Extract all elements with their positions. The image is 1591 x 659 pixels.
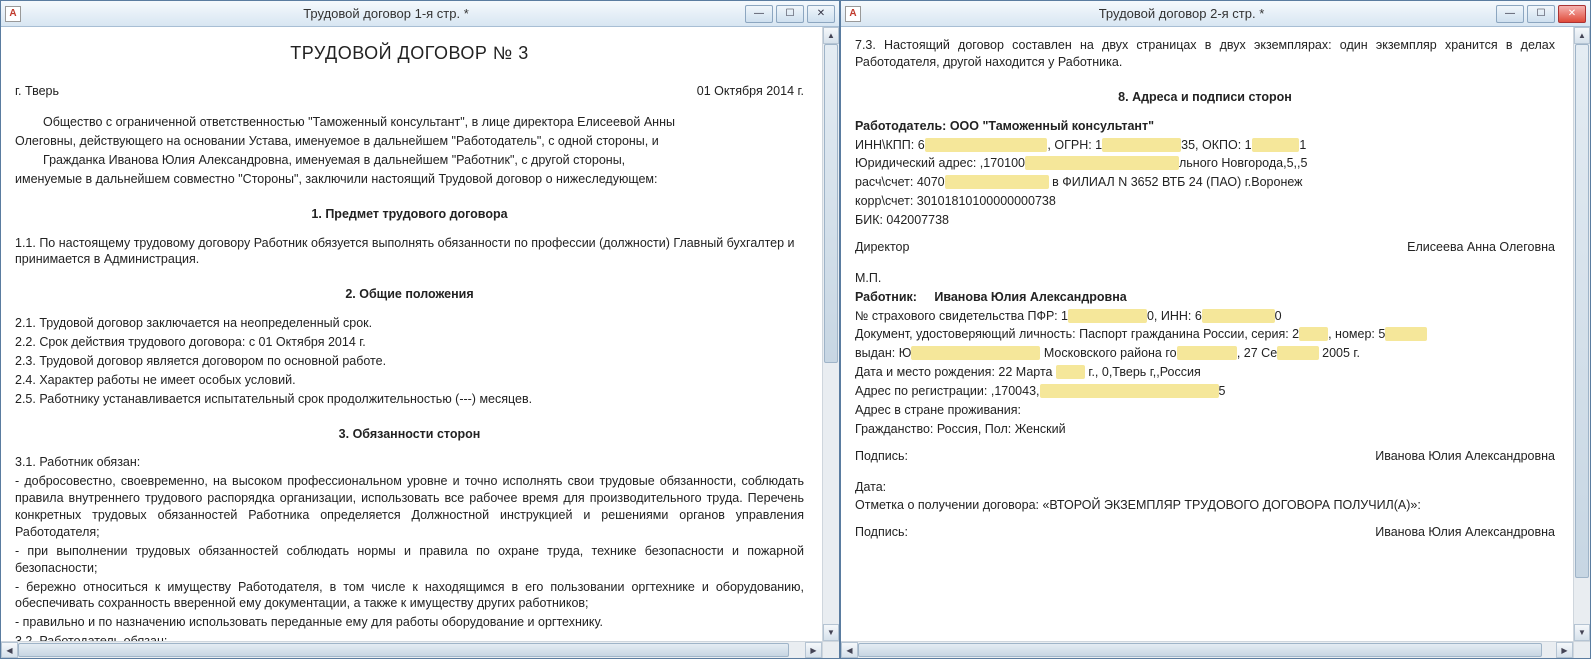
clause: 2.2. Срок действия трудового договора: с…: [15, 334, 804, 351]
window-page2: А Трудовой договор 2-я стр. * — ☐ ✕ 7.3.…: [840, 0, 1591, 659]
window-title: Трудовой договор 2-я стр. *: [867, 6, 1496, 21]
document-viewport-page2: 7.3. Настоящий договор составлен на двух…: [841, 27, 1590, 641]
employer-address-line: Юридический адрес: ,170100xxxxxxxxxxxxxx…: [855, 155, 1555, 172]
signature-name: Иванова Юлия Александровна: [1375, 448, 1555, 465]
worker-citizen-line: Гражданство: Россия, Пол: Женский: [855, 421, 1555, 438]
intro-line: Олеговны, действующего на основании Уста…: [15, 133, 804, 150]
document-body-page1: ТРУДОВОЙ ДОГОВОР № 3 г. Тверь 01 Октября…: [1, 27, 822, 641]
scroll-track[interactable]: [1574, 44, 1590, 624]
worker-birth-line: Дата и место рождения: 22 Марта xxxx г.,…: [855, 364, 1555, 381]
worker-live-line: Адрес в стране проживания:: [855, 402, 1555, 419]
section-heading-8: 8. Адреса и подписи сторон: [855, 89, 1555, 106]
mp-label: М.П.: [855, 270, 1555, 287]
clause: 3.1. Работник обязан:: [15, 454, 804, 471]
window-controls: — ☐ ✕: [745, 5, 835, 23]
employer-heading: Работодатель: ООО "Таможенный консультан…: [855, 118, 1555, 135]
employer-inn-line: ИНН\КПП: 6xxxxxxxxxxxxxxxxxxx, ОГРН: 1xx…: [855, 137, 1555, 154]
minimize-button[interactable]: —: [1496, 5, 1524, 23]
document-viewport-page1: ТРУДОВОЙ ДОГОВОР № 3 г. Тверь 01 Октября…: [1, 27, 839, 641]
minimize-button[interactable]: —: [745, 5, 773, 23]
close-button[interactable]: ✕: [1558, 5, 1586, 23]
maximize-button[interactable]: ☐: [776, 5, 804, 23]
scroll-thumb-h[interactable]: [858, 643, 1542, 657]
scroll-track-h[interactable]: [18, 642, 805, 658]
bullet: - при выполнении трудовых обязанностей с…: [15, 543, 804, 577]
scroll-corner: [1573, 642, 1590, 658]
clause: 2.1. Трудовой договор заключается на нео…: [15, 315, 804, 332]
section-heading-3: 3. Обязанности сторон: [15, 426, 804, 443]
clause: 2.5. Работнику устанавливается испытател…: [15, 391, 804, 408]
scroll-thumb[interactable]: [824, 44, 838, 363]
doc-date: 01 Октября 2014 г.: [697, 83, 804, 100]
signature2-name: Иванова Юлия Александровна: [1375, 524, 1555, 541]
scroll-up-arrow[interactable]: ▲: [823, 27, 839, 44]
clause: 1.1. По настоящему трудовому договору Ра…: [15, 235, 804, 269]
date-label: Дата:: [855, 479, 1555, 496]
scroll-right-arrow[interactable]: ▶: [805, 642, 822, 658]
clause: 3.2. Работодатель обязан:: [15, 633, 804, 641]
intro-line: именуемые в дальнейшем совместно "Сторон…: [15, 171, 804, 188]
receipt-line: Отметка о получении договора: «ВТОРОЙ ЭК…: [855, 497, 1555, 514]
scroll-track-h[interactable]: [858, 642, 1556, 658]
clause-7-3: 7.3. Настоящий договор составлен на двух…: [855, 37, 1555, 71]
worker-passport-line: Документ, удостоверяющий личность: Паспо…: [855, 326, 1555, 343]
vertical-scrollbar[interactable]: ▲ ▼: [1573, 27, 1590, 641]
clause: 2.3. Трудовой договор является договором…: [15, 353, 804, 370]
scroll-corner: [822, 642, 839, 658]
worker-issued-line: выдан: Юxxxxxxxxxxxxxxxxxxxx Московского…: [855, 345, 1555, 362]
clause: 2.4. Характер работы не имеет особых усл…: [15, 372, 804, 389]
worker-pfr-line: № страхового свидетельства ПФР: 1xxxxxxx…: [855, 308, 1555, 325]
close-button[interactable]: ✕: [807, 5, 835, 23]
intro-line: Гражданка Иванова Юлия Александровна, им…: [15, 152, 804, 169]
worker-reg-line: Адрес по регистрации: ,170043,xxxxxxxxxx…: [855, 383, 1555, 400]
employer-ks-line: корр\счет: 30101810100000000738: [855, 193, 1555, 210]
scroll-down-arrow[interactable]: ▼: [823, 624, 839, 641]
horizontal-scrollbar[interactable]: ◀ ▶: [841, 641, 1590, 658]
signature2-label: Подпись:: [855, 524, 908, 541]
section-heading-2: 2. Общие положения: [15, 286, 804, 303]
app-icon: А: [845, 6, 861, 22]
worker-heading: Работник: Иванова Юлия Александровна: [855, 289, 1555, 306]
titlebar-page1[interactable]: А Трудовой договор 1-я стр. * — ☐ ✕: [1, 1, 839, 27]
vertical-scrollbar[interactable]: ▲ ▼: [822, 27, 839, 641]
window-title: Трудовой договор 1-я стр. *: [27, 6, 745, 21]
maximize-button[interactable]: ☐: [1527, 5, 1555, 23]
signature-label: Подпись:: [855, 448, 908, 465]
window-controls: — ☐ ✕: [1496, 5, 1586, 23]
scroll-right-arrow[interactable]: ▶: [1556, 642, 1573, 658]
employer-bik-line: БИК: 042007738: [855, 212, 1555, 229]
scroll-thumb-h[interactable]: [18, 643, 789, 657]
scroll-down-arrow[interactable]: ▼: [1574, 624, 1590, 641]
bullet: - добросовестно, своевременно, на высоко…: [15, 473, 804, 541]
director-name: Елисеева Анна Олеговна: [1407, 239, 1555, 256]
director-label: Директор: [855, 239, 909, 256]
scroll-up-arrow[interactable]: ▲: [1574, 27, 1590, 44]
scroll-left-arrow[interactable]: ◀: [841, 642, 858, 658]
bullet: - бережно относиться к имуществу Работод…: [15, 579, 804, 613]
intro-line: Общество с ограниченной ответственностью…: [15, 114, 804, 131]
window-page1: А Трудовой договор 1-я стр. * — ☐ ✕ ТРУД…: [0, 0, 840, 659]
scroll-left-arrow[interactable]: ◀: [1, 642, 18, 658]
section-heading-1: 1. Предмет трудового договора: [15, 206, 804, 223]
scroll-thumb[interactable]: [1575, 44, 1589, 578]
titlebar-page2[interactable]: А Трудовой договор 2-я стр. * — ☐ ✕: [841, 1, 1590, 27]
employer-rs-line: расч\счет: 4070xxxxxxxxxxxxxxxx в ФИЛИАЛ…: [855, 174, 1555, 191]
doc-title: ТРУДОВОЙ ДОГОВОР № 3: [15, 41, 804, 65]
app-icon: А: [5, 6, 21, 22]
horizontal-scrollbar[interactable]: ◀ ▶: [1, 641, 839, 658]
doc-city: г. Тверь: [15, 83, 59, 100]
bullet: - правильно и по назначению использовать…: [15, 614, 804, 631]
scroll-track[interactable]: [823, 44, 839, 624]
document-body-page2: 7.3. Настоящий договор составлен на двух…: [841, 27, 1573, 641]
